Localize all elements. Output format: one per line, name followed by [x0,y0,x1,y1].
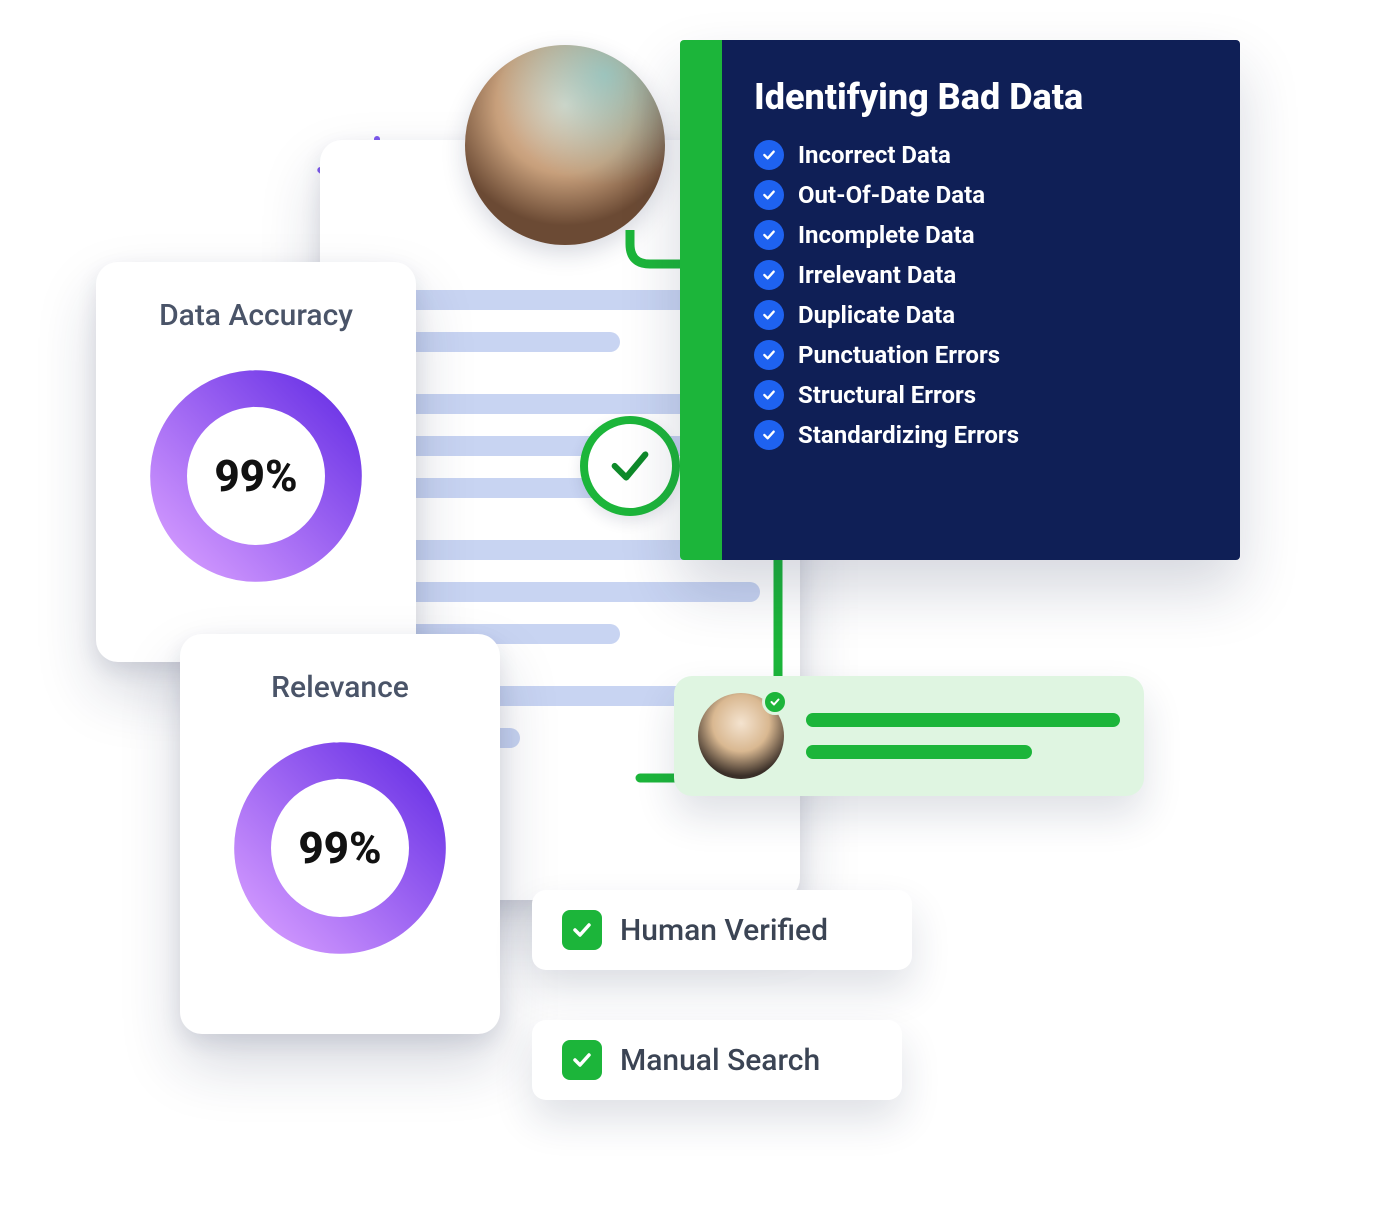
list-item: Structural Errors [754,380,1208,410]
bullet-check-icon [754,380,784,410]
verified-check-circle [580,416,680,516]
bullet-check-icon [754,260,784,290]
list-item-label: Out-Of-Date Data [798,181,985,209]
list-item-label: Incorrect Data [798,141,951,169]
verified-bubble [674,676,1144,796]
verified-badge-icon [762,689,788,715]
avatar [465,45,665,245]
check-icon [562,910,602,950]
illustration-stage: Data Accuracy 99% Relevance [60,20,1330,1190]
list-item: Incorrect Data [754,140,1208,170]
bullet-check-icon [754,300,784,330]
bullet-check-icon [754,140,784,170]
stat-card-accuracy: Data Accuracy 99% [96,262,416,662]
placeholder-bars [806,713,1120,759]
bullet-check-icon [754,180,784,210]
check-icon [607,443,653,489]
stat-card-relevance: Relevance 99% [180,634,500,1034]
panel-accent-stripe [680,40,722,560]
list-item-label: Structural Errors [798,381,976,409]
donut-chart-relevance: 99% [225,733,455,963]
stat-value: 99% [225,733,455,963]
list-item-label: Irrelevant Data [798,261,956,289]
bad-data-list: Incorrect Data Out-Of-Date Data Incomple… [754,140,1208,450]
chip-label: Human Verified [620,913,828,948]
chip-human-verified: Human Verified [532,890,912,970]
list-item: Duplicate Data [754,300,1208,330]
list-item-label: Standardizing Errors [798,421,1019,449]
donut-chart-accuracy: 99% [141,361,371,591]
bad-data-panel: Identifying Bad Data Incorrect Data Out-… [680,40,1240,560]
list-item: Out-Of-Date Data [754,180,1208,210]
bullet-check-icon [754,220,784,250]
panel-title: Identifying Bad Data [754,76,1208,118]
stat-value: 99% [141,361,371,591]
list-item: Incomplete Data [754,220,1208,250]
chip-label: Manual Search [620,1043,820,1078]
stat-title: Relevance [271,670,409,705]
avatar [698,693,784,779]
list-item: Standardizing Errors [754,420,1208,450]
list-item-label: Incomplete Data [798,221,975,249]
chip-manual-search: Manual Search [532,1020,902,1100]
bullet-check-icon [754,420,784,450]
bullet-check-icon [754,340,784,370]
check-icon [562,1040,602,1080]
stat-title: Data Accuracy [159,298,353,333]
list-item: Punctuation Errors [754,340,1208,370]
list-item: Irrelevant Data [754,260,1208,290]
list-item-label: Punctuation Errors [798,341,1000,369]
list-item-label: Duplicate Data [798,301,955,329]
